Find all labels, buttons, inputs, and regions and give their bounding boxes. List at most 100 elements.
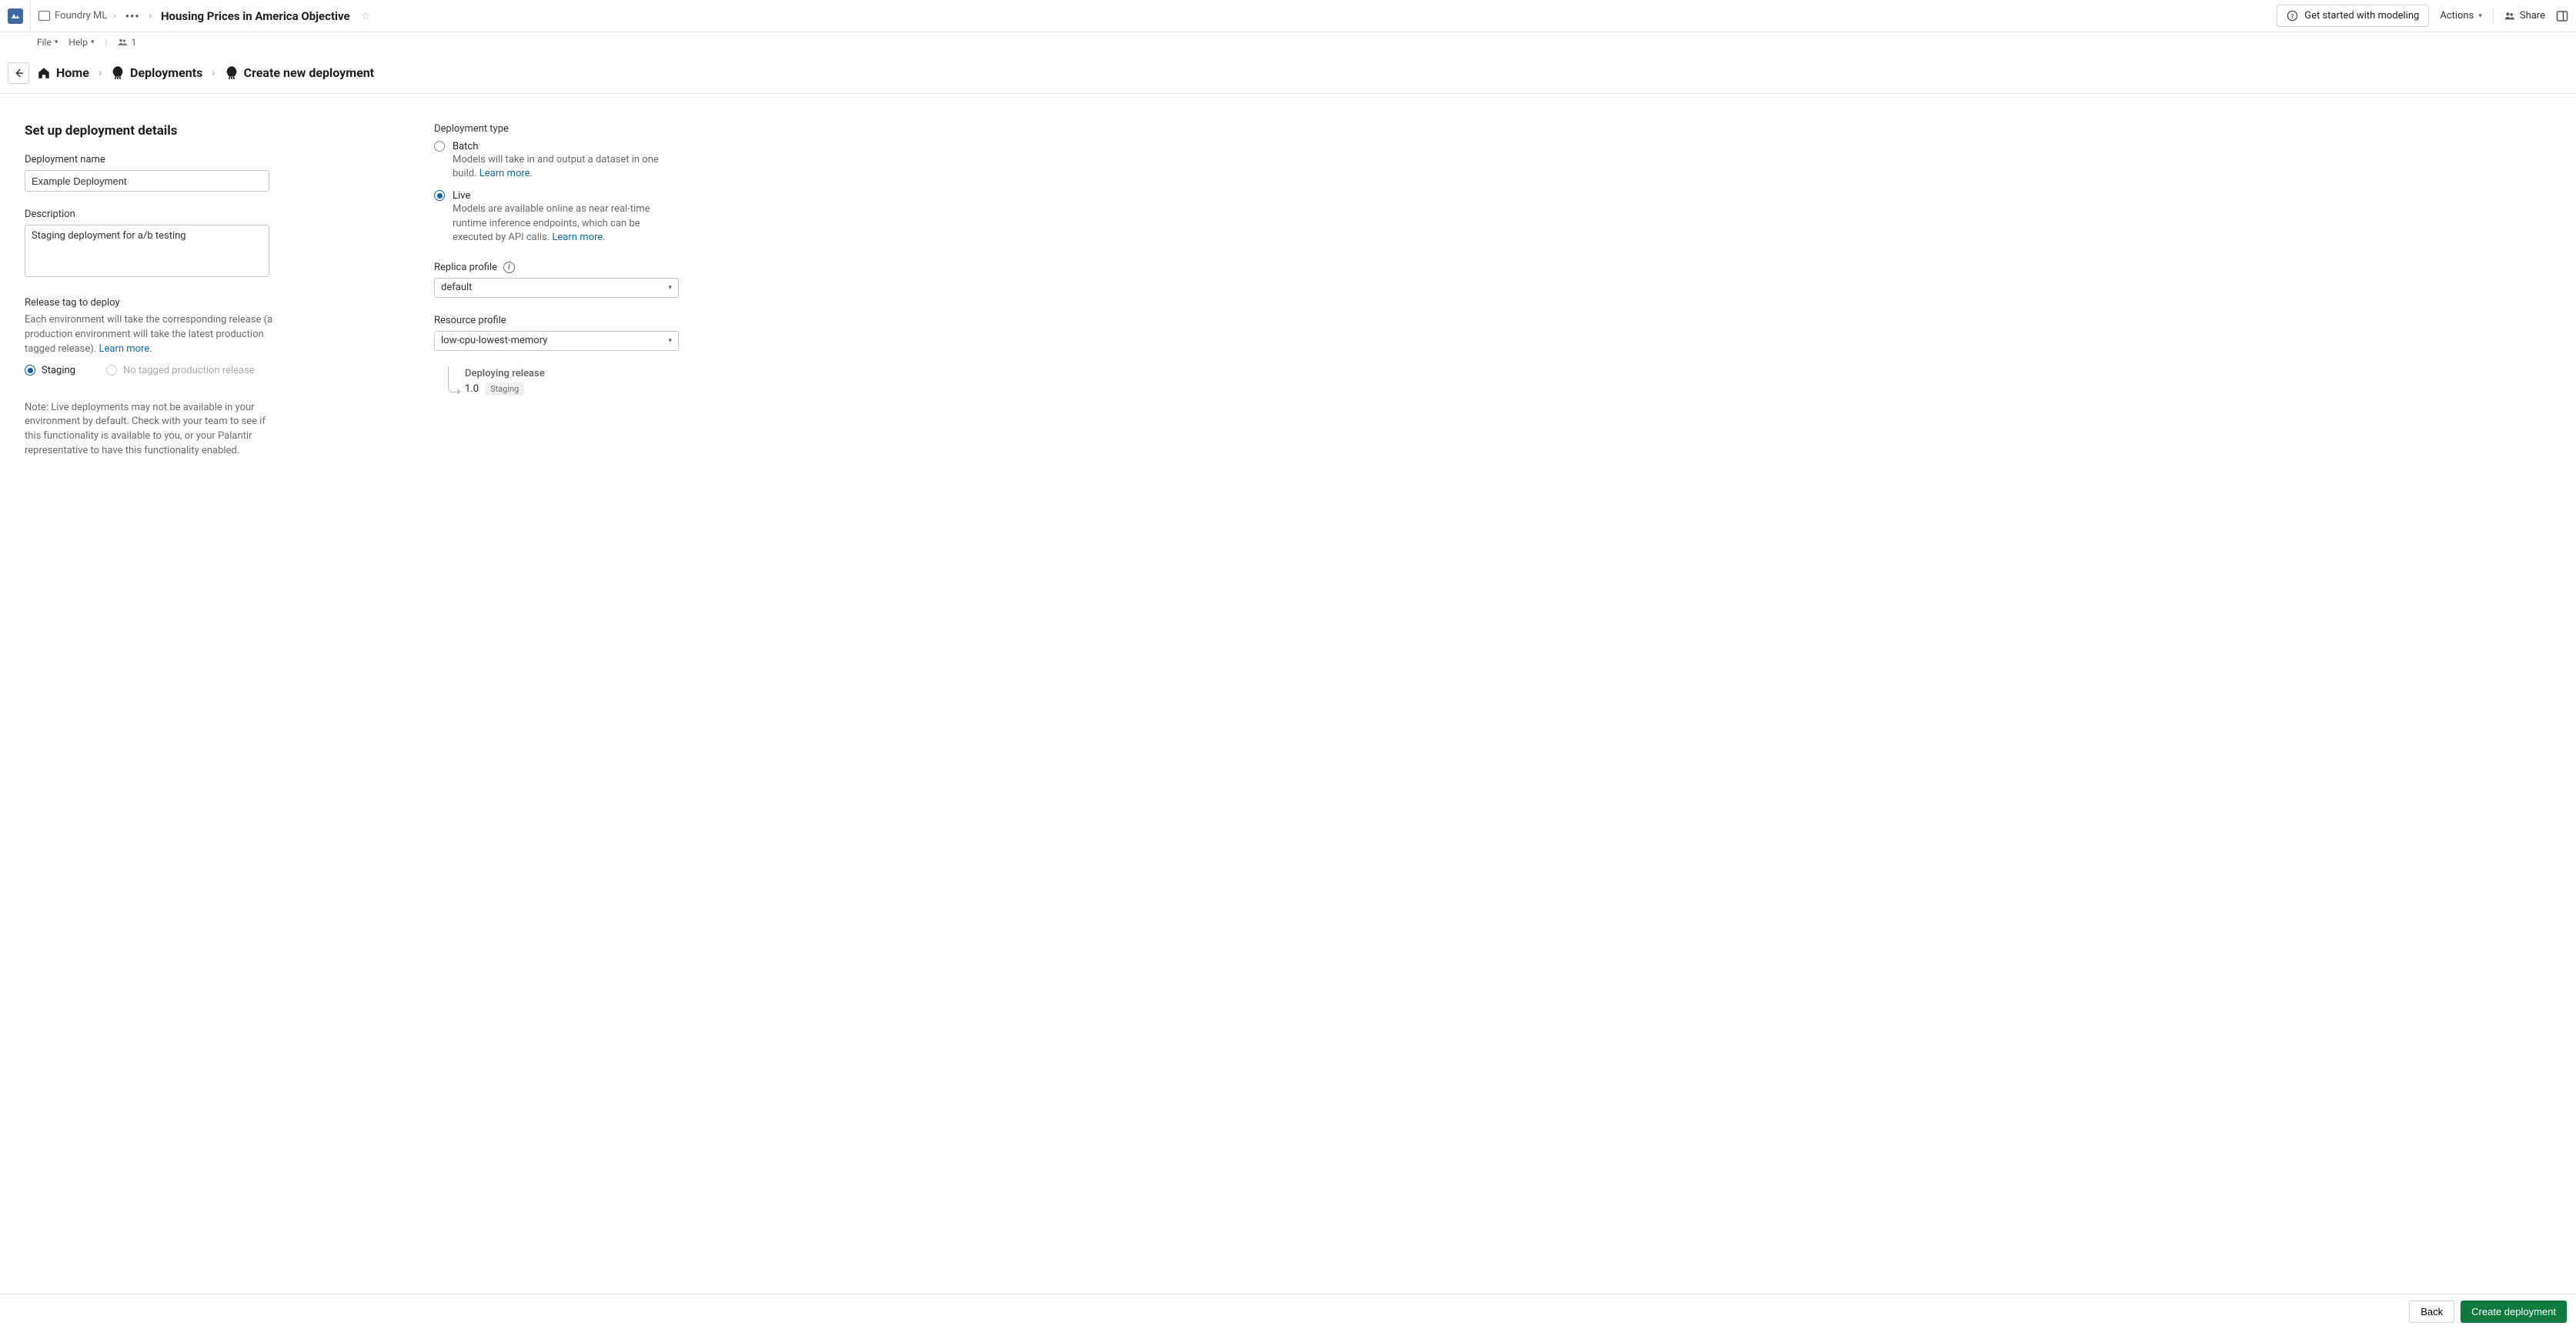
release-tag-radios: Staging No tagged production release xyxy=(25,357,296,376)
release-tag-helper: Each environment will take the correspon… xyxy=(25,313,296,357)
arrow-left-icon xyxy=(13,68,24,78)
info-icon[interactable]: i xyxy=(503,262,515,273)
description-field: Description xyxy=(25,209,296,280)
name-input[interactable] xyxy=(25,170,269,192)
breadcrumb-row: Home › Deployments › Create new deployme… xyxy=(0,52,2576,94)
crumb-home-label: Home xyxy=(56,65,89,80)
chevron-right-icon: › xyxy=(112,11,117,21)
radio-icon xyxy=(434,141,445,152)
release-tag-field: Release tag to deploy Each environment w… xyxy=(25,297,296,376)
learn-more-link[interactable]: Learn more. xyxy=(552,232,605,243)
type-batch-desc: Models will take in and output a dataset… xyxy=(453,153,676,181)
release-tag-label: Release tag to deploy xyxy=(25,297,296,309)
actions-label: Actions xyxy=(2440,10,2474,22)
help-label: Help xyxy=(68,37,88,48)
resource-label: Resource profile xyxy=(434,315,696,326)
home-icon xyxy=(37,66,51,80)
type-batch[interactable]: Batch Models will take in and output a d… xyxy=(434,141,696,181)
actions-menu[interactable]: Actions ▾ xyxy=(2440,10,2482,22)
brand-logo[interactable] xyxy=(0,0,31,32)
submenu: File▾ Help▾ | 1 xyxy=(0,32,2576,52)
crumb-deployments-label: Deployments xyxy=(130,65,202,80)
radio-staging[interactable]: Staging xyxy=(25,365,75,376)
divider xyxy=(2493,8,2494,24)
footer: Back Create deployment xyxy=(0,1294,2576,1329)
deployment-type-label: Deployment type xyxy=(434,123,696,135)
replica-select[interactable]: default ▾ xyxy=(434,278,679,298)
top-header: Foundry ML › ••• › Housing Prices in Ame… xyxy=(0,0,2576,32)
caret-down-icon: ▾ xyxy=(55,38,58,46)
share-label: Share xyxy=(2520,10,2545,22)
type-live[interactable]: Live Models are available online as near… xyxy=(434,190,696,245)
people-icon xyxy=(2504,11,2515,22)
release-tag: Staging xyxy=(485,382,524,396)
type-live-desc: Models are available online as near real… xyxy=(453,202,676,245)
right-column: Deployment type Batch Models will take i… xyxy=(434,123,696,459)
create-deployment-button[interactable]: Create deployment xyxy=(2461,1301,2567,1323)
live-note: Note: Live deployments may not be availa… xyxy=(25,401,279,459)
left-column: Set up deployment details Deployment nam… xyxy=(25,123,296,459)
crumb-create-label: Create new deployment xyxy=(244,65,374,80)
get-started-button[interactable]: ? Get started with modeling xyxy=(2277,5,2429,27)
type-batch-name: Batch xyxy=(453,141,676,152)
svg-text:?: ? xyxy=(2291,13,2294,21)
learn-more-link[interactable]: Learn more. xyxy=(479,168,533,179)
people-small-icon xyxy=(118,38,128,47)
header-right: ? Get started with modeling Actions ▾ Sh… xyxy=(2277,5,2568,27)
header-left: Foundry ML › ••• › Housing Prices in Ame… xyxy=(0,0,370,32)
resource-select[interactable]: low-cpu-lowest-memory ▾ xyxy=(434,331,679,351)
back-button[interactable] xyxy=(8,62,29,84)
file-label: File xyxy=(37,37,52,48)
star-icon[interactable]: ☆ xyxy=(361,10,371,22)
get-started-label: Get started with modeling xyxy=(2304,10,2419,22)
radio-no-prod: No tagged production release xyxy=(106,365,255,376)
rocket-icon xyxy=(111,66,125,80)
folder-icon xyxy=(38,11,50,21)
help-circle-icon: ? xyxy=(2287,10,2298,22)
file-menu[interactable]: File▾ xyxy=(37,37,58,48)
caret-down-icon: ▾ xyxy=(668,284,672,292)
overflow-dots[interactable]: ••• xyxy=(122,9,143,23)
panel-toggle-icon[interactable] xyxy=(2556,10,2568,22)
header-count[interactable]: 1 xyxy=(118,37,136,48)
connector-icon xyxy=(448,366,457,392)
deployment-type-field: Deployment type Batch Models will take i… xyxy=(434,123,696,245)
type-live-name: Live xyxy=(453,190,676,202)
share-button[interactable]: Share xyxy=(2504,10,2545,22)
resource-value: low-cpu-lowest-memory xyxy=(441,335,547,346)
resource-profile-field: Resource profile low-cpu-lowest-memory ▾ xyxy=(434,315,696,351)
back-button-footer[interactable]: Back xyxy=(2409,1301,2454,1323)
name-field: Deployment name xyxy=(25,154,296,192)
page-title[interactable]: Housing Prices in America Objective xyxy=(161,9,350,23)
radio-icon xyxy=(25,365,35,376)
crumb-deployments[interactable]: Deployments xyxy=(111,65,202,80)
crumb-home[interactable]: Home xyxy=(37,65,89,80)
radio-icon xyxy=(106,365,117,376)
name-label: Deployment name xyxy=(25,154,296,165)
replica-value: default xyxy=(441,282,472,293)
deploying-release-summary: Deploying release 1.0 Staging xyxy=(434,368,696,396)
replica-profile-field: Replica profile i default ▾ xyxy=(434,262,696,298)
rocket-icon xyxy=(225,66,239,80)
separator: | xyxy=(105,37,108,48)
section-title: Set up deployment details xyxy=(25,123,296,139)
chevron-right-icon: › xyxy=(97,67,103,79)
count-label: 1 xyxy=(131,37,136,48)
help-menu[interactable]: Help▾ xyxy=(68,37,94,48)
release-version: 1.0 xyxy=(465,383,479,395)
chevron-right-icon: › xyxy=(148,11,153,21)
caret-down-icon: ▾ xyxy=(668,337,672,345)
description-input[interactable] xyxy=(25,225,269,277)
main-content: Set up deployment details Deployment nam… xyxy=(0,94,2576,488)
header-breadcrumb: Foundry ML › ••• › Housing Prices in Ame… xyxy=(31,9,370,23)
caret-down-icon: ▾ xyxy=(2478,12,2482,20)
replica-label: Replica profile xyxy=(434,262,497,273)
release-title: Deploying release xyxy=(465,368,545,379)
chevron-right-icon: › xyxy=(210,67,216,79)
product-name[interactable]: Foundry ML xyxy=(55,10,107,22)
description-label: Description xyxy=(25,209,296,220)
learn-more-link[interactable]: Learn more. xyxy=(99,343,152,355)
caret-down-icon: ▾ xyxy=(91,38,95,46)
radio-staging-label: Staging xyxy=(42,365,75,376)
radio-noprod-label: No tagged production release xyxy=(123,365,255,376)
